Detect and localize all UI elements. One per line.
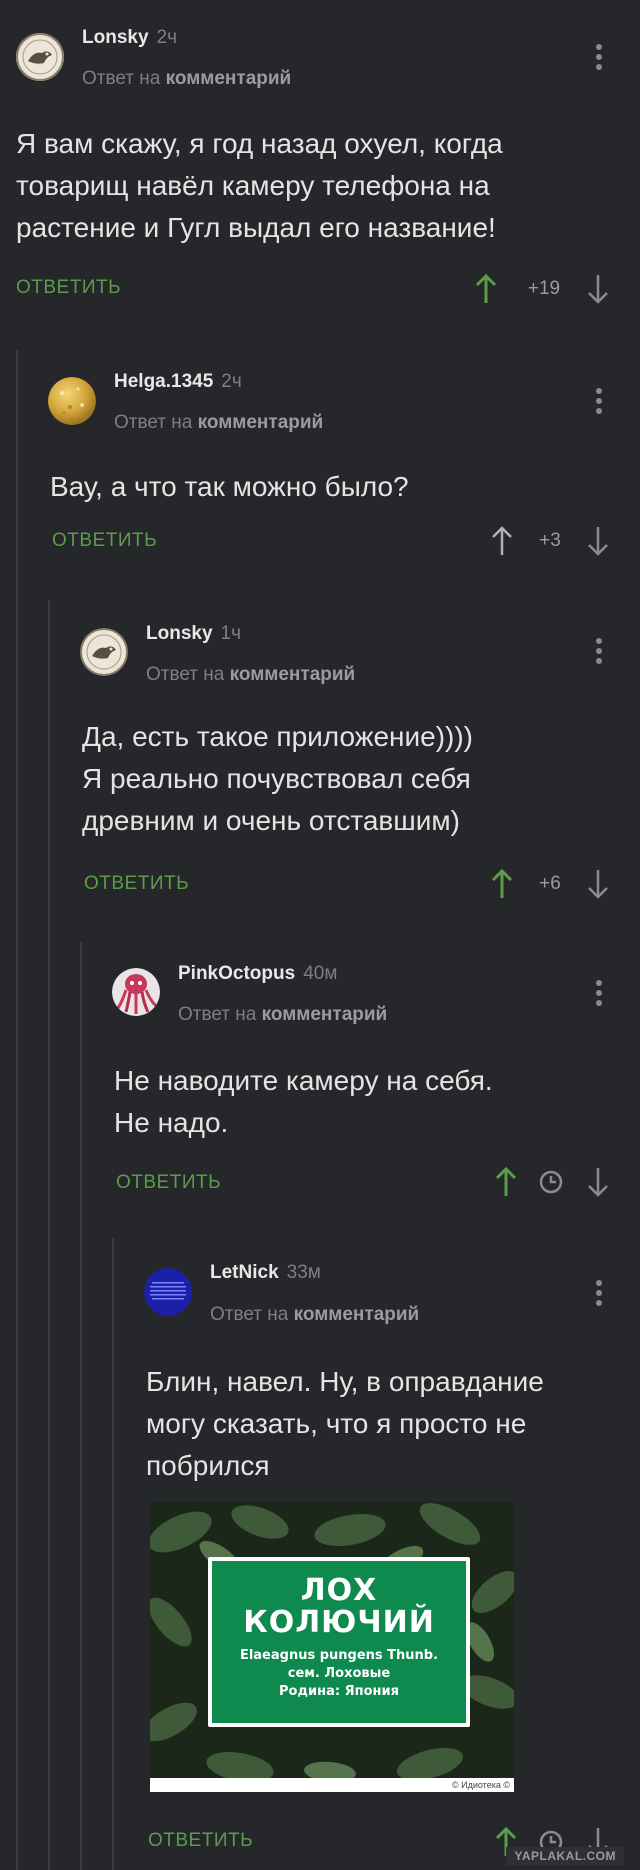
- avatar[interactable]: [16, 33, 64, 81]
- author-name[interactable]: Helga.1345 2ч: [114, 371, 242, 393]
- more-vert-icon[interactable]: [595, 638, 603, 668]
- author-name[interactable]: Lonsky 2ч: [82, 27, 177, 49]
- comment-time: 1ч: [220, 623, 241, 644]
- comment-time: 40м: [303, 963, 338, 984]
- reply-button[interactable]: ОТВЕТИТЬ: [116, 1172, 221, 1194]
- author-name[interactable]: Lonsky 1ч: [146, 623, 241, 645]
- rating-value: +6: [539, 873, 561, 894]
- sign-origin: Родина: Япония: [279, 1684, 399, 1699]
- plant-sign: ЛОХ КОЛЮЧИЙ Elaeagnus pungens Thunb. сем…: [208, 1557, 470, 1727]
- rating-value: +19: [527, 278, 561, 299]
- more-vert-icon[interactable]: [595, 44, 603, 74]
- reply-button[interactable]: ОТВЕТИТЬ: [84, 873, 189, 895]
- reply-to-label: Ответ на комментарий: [210, 1304, 420, 1325]
- arrow-up-icon[interactable]: [490, 525, 514, 557]
- rating-value: +3: [539, 530, 561, 551]
- comment-text: Не наводите камеру на себя. Не надо.: [114, 1065, 493, 1138]
- arrow-up-icon[interactable]: [494, 1166, 518, 1198]
- comment-text: Вау, а что так можно было?: [50, 471, 409, 502]
- reply-to-link[interactable]: комментарий: [230, 664, 356, 685]
- photo-credit: © Идиотека ©: [452, 1780, 510, 1790]
- avatar[interactable]: [144, 1268, 192, 1316]
- more-vert-icon[interactable]: [595, 980, 603, 1010]
- author-name[interactable]: LetNick 33м: [210, 1262, 321, 1284]
- comment-text: Да, есть такое приложение)))) Я реально …: [82, 721, 473, 836]
- arrow-down-icon[interactable]: [586, 273, 610, 305]
- reply-to-link[interactable]: комментарий: [262, 1004, 388, 1025]
- reply-to-label: Ответ на комментарий: [114, 412, 324, 433]
- thread-line-level-2: [48, 600, 50, 1870]
- sign-title-line-1: ЛОХ: [300, 1573, 378, 1608]
- thread-line-level-3: [80, 942, 82, 1870]
- author-name[interactable]: PinkOctopus 40м: [178, 963, 337, 985]
- avatar[interactable]: [112, 968, 160, 1016]
- thread-line-level-1: [16, 350, 18, 1870]
- site-watermark: YAPLAKAL.COM: [506, 1847, 624, 1865]
- more-vert-icon[interactable]: [595, 388, 603, 418]
- comment-time: 2ч: [221, 371, 242, 392]
- arrow-down-icon[interactable]: [586, 525, 610, 557]
- reply-button[interactable]: ОТВЕТИТЬ: [52, 530, 157, 552]
- clock-icon: [539, 1170, 563, 1194]
- comment-time: 2ч: [156, 27, 177, 48]
- sign-family: сем. Лоховые: [287, 1666, 391, 1681]
- arrow-down-icon[interactable]: [586, 1166, 610, 1198]
- reply-to-label: Ответ на комментарий: [146, 664, 356, 685]
- comment-photo[interactable]: ЛОХ КОЛЮЧИЙ Elaeagnus pungens Thunb. сем…: [150, 1502, 514, 1792]
- sign-latin-name: Elaeagnus pungens Thunb.: [239, 1648, 439, 1663]
- arrow-up-icon[interactable]: [474, 273, 498, 305]
- reply-to-link[interactable]: комментарий: [198, 412, 324, 433]
- more-vert-icon[interactable]: [595, 1280, 603, 1310]
- comment-text: Блин, навел. Ну, в оправдание могу сказа…: [146, 1366, 544, 1481]
- reply-button[interactable]: ОТВЕТИТЬ: [148, 1830, 253, 1852]
- comment-text: Я вам скажу, я год назад охуел, когда то…: [16, 128, 503, 243]
- arrow-down-icon[interactable]: [586, 868, 610, 900]
- thread-line-level-4: [112, 1238, 114, 1870]
- sign-title-line-2: КОЛЮЧИЙ: [243, 1605, 435, 1640]
- arrow-up-icon[interactable]: [490, 868, 514, 900]
- reply-to-link[interactable]: комментарий: [166, 68, 292, 89]
- reply-to-link[interactable]: комментарий: [294, 1304, 420, 1325]
- reply-to-label: Ответ на комментарий: [178, 1004, 388, 1025]
- avatar[interactable]: [48, 377, 96, 425]
- avatar[interactable]: [80, 628, 128, 676]
- reply-to-label: Ответ на комментарий: [82, 68, 292, 89]
- comment-time: 33м: [286, 1262, 321, 1283]
- reply-button[interactable]: ОТВЕТИТЬ: [16, 277, 121, 299]
